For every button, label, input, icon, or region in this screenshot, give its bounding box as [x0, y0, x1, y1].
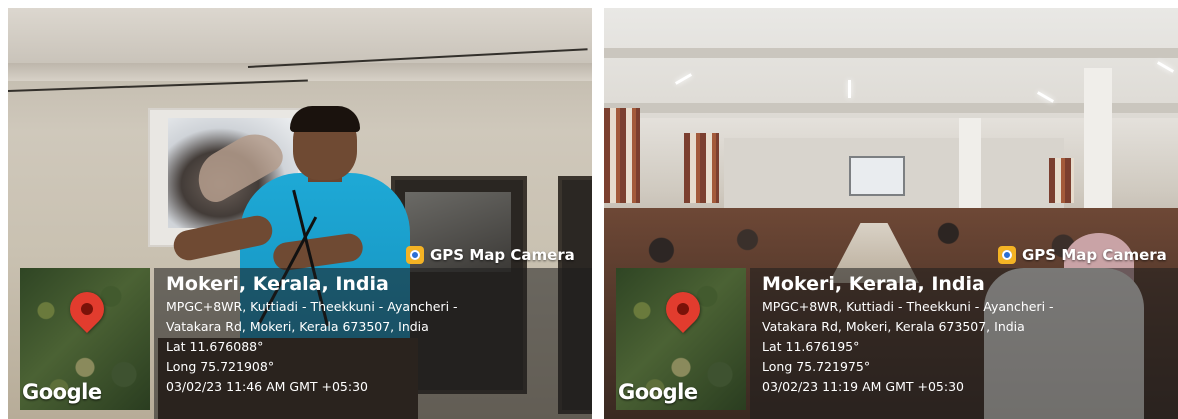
photo-audience: GPS Map Camera Google Mokeri, Kerala, In…	[604, 8, 1178, 419]
curtain	[684, 133, 719, 203]
address-line: MPGC+8WR, Kuttiadi - Theekkuni - Ayanche…	[166, 299, 458, 314]
address-line: MPGC+8WR, Kuttiadi - Theekkuni - Ayanche…	[762, 299, 1054, 314]
address-line: Vatakara Rd, Mokeri, Kerala 673507, Indi…	[166, 319, 429, 334]
place-name: Mokeri, Kerala, India	[166, 273, 389, 295]
projection-screen	[849, 156, 905, 196]
pillar	[959, 118, 981, 208]
satellite-minimap: Google	[616, 268, 746, 410]
latitude: Lat 11.676195°	[762, 339, 860, 354]
gps-badge-label: GPS Map Camera	[430, 246, 575, 264]
ceiling	[8, 8, 592, 68]
gps-badge: GPS Map Camera	[998, 242, 1167, 268]
address-line: Vatakara Rd, Mokeri, Kerala 673507, Indi…	[762, 319, 1025, 334]
gps-camera-icon	[406, 246, 424, 264]
gps-badge: GPS Map Camera	[406, 242, 575, 268]
timestamp: 03/02/23 11:19 AM GMT +05:30	[762, 379, 964, 394]
ceiling-beam	[604, 48, 1178, 58]
timestamp: 03/02/23 11:46 AM GMT +05:30	[166, 379, 368, 394]
google-logo: Google	[22, 380, 102, 404]
gps-camera-icon	[998, 246, 1016, 264]
map-pin-icon	[62, 284, 112, 334]
ceiling-light	[848, 80, 851, 98]
google-logo: Google	[618, 380, 698, 404]
latitude: Lat 11.676088°	[166, 339, 264, 354]
location-info: Mokeri, Kerala, India MPGC+8WR, Kuttiadi…	[154, 268, 592, 419]
speaker-hair	[290, 106, 360, 132]
place-name: Mokeri, Kerala, India	[762, 273, 985, 295]
pillar	[1084, 68, 1112, 228]
longitude: Long 75.721908°	[166, 359, 275, 374]
location-info: Mokeri, Kerala, India MPGC+8WR, Kuttiadi…	[750, 268, 1178, 419]
satellite-minimap: Google	[20, 268, 150, 410]
curtain	[604, 108, 640, 203]
curtain	[1049, 158, 1074, 203]
ceiling-beam	[8, 63, 592, 81]
cable	[8, 79, 308, 92]
map-pin-icon	[658, 284, 708, 334]
photo-speaker: GPS Map Camera Google Mokeri, Kerala, In…	[8, 8, 592, 419]
gps-badge-label: GPS Map Camera	[1022, 246, 1167, 264]
longitude: Long 75.721975°	[762, 359, 871, 374]
